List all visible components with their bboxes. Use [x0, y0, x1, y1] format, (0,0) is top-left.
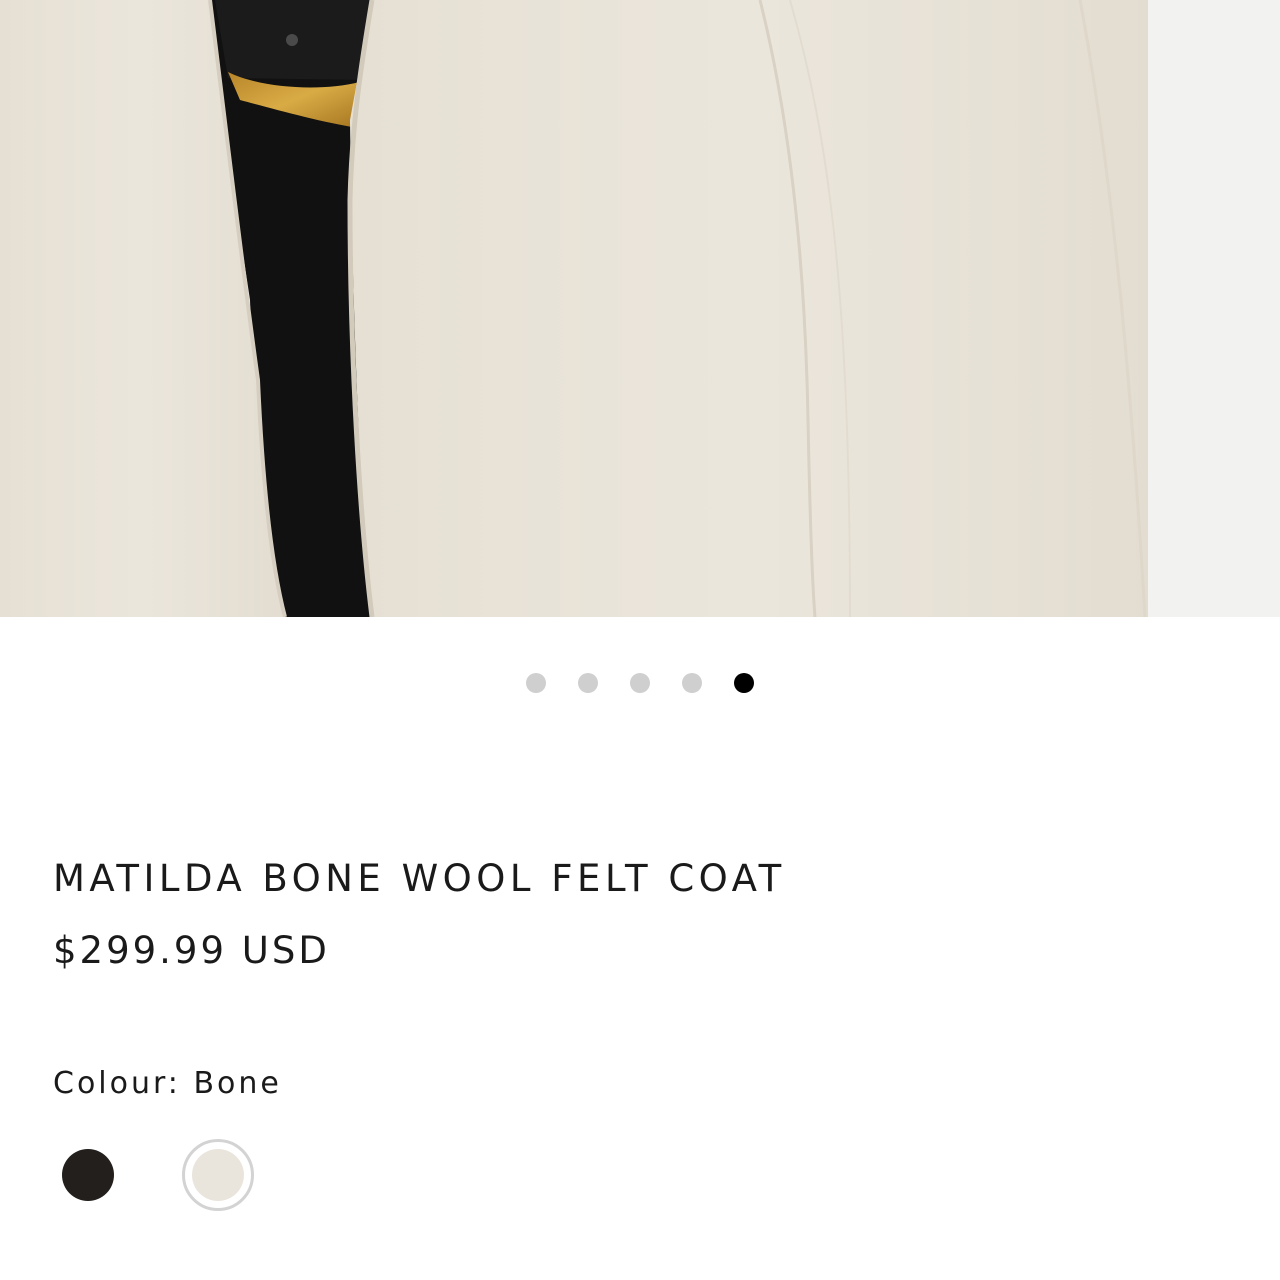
carousel-dot-3[interactable]	[630, 673, 650, 693]
product-title: MATILDA BONE WOOL FELT COAT	[53, 857, 786, 900]
carousel-dot-1[interactable]	[526, 673, 546, 693]
product-image[interactable]	[0, 0, 1280, 617]
product-price: $299.99 USD	[53, 929, 330, 972]
carousel-dot-2[interactable]	[578, 673, 598, 693]
colour-swatch-black[interactable]	[62, 1149, 114, 1201]
colour-swatch-bone-fill	[192, 1149, 244, 1201]
colour-swatch-bone-selected[interactable]	[182, 1139, 254, 1211]
carousel-dots	[0, 673, 1280, 693]
coat-closeup-image	[0, 0, 1280, 617]
colour-label: Colour: Bone	[53, 1066, 282, 1101]
carousel-dot-5-active[interactable]	[734, 673, 754, 693]
carousel-dot-4[interactable]	[682, 673, 702, 693]
